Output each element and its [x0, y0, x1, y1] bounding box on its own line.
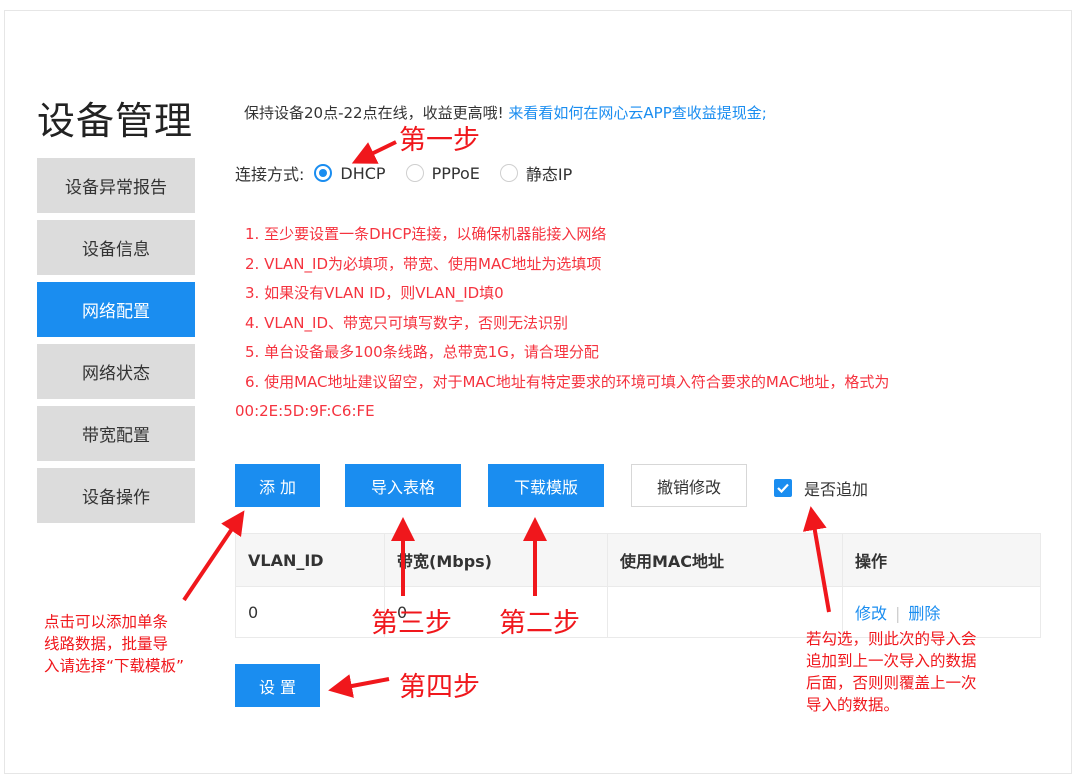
annotation-step3: 第三步 — [371, 608, 452, 639]
annotation-line: 若勾选，则此次的导入会 — [806, 630, 977, 648]
rule-item: 4. VLAN_ID、带宽只可填写数字，否则无法识别 — [245, 313, 568, 332]
vlan-table: VLAN_ID 带宽(Mbps) 使用MAC地址 操作 0 0 修改 | 删除 — [235, 533, 1041, 638]
sidebar-item-label: 网络状态 — [82, 364, 150, 384]
edit-link[interactable]: 修改 — [855, 604, 887, 623]
annotation-line: 追加到上一次导入的数据 — [806, 652, 977, 670]
rule-item: 6. 使用MAC地址建议留空，对于MAC地址有特定要求的环境可填入符合要求的MA… — [245, 372, 890, 391]
sidebar-item-label: 设备异常报告 — [65, 178, 167, 198]
radio-checked-icon — [314, 164, 333, 182]
annotation-step2: 第二步 — [499, 608, 580, 639]
radio-label: PPPoE — [431, 163, 480, 183]
cell-vlan-id: 0 — [235, 586, 385, 638]
rule-item: 3. 如果没有VLAN ID，则VLAN_ID填0 — [245, 284, 504, 302]
append-checkbox[interactable]: 是否追加 — [774, 476, 868, 500]
action-divider: | — [895, 604, 901, 623]
annotation-line: 点击可以添加单条 — [44, 613, 169, 631]
annotation-step4: 第四步 — [399, 672, 480, 703]
annotation-line: 后面，否则则覆盖上一次 — [806, 674, 977, 692]
import-table-button[interactable]: 导入表格 — [345, 464, 461, 507]
radio-label: DHCP — [340, 163, 386, 183]
annotation-line: 导入的数据。 — [806, 696, 900, 714]
annotation-line: 入请选择“下载模板” — [44, 657, 185, 675]
rule-item: 2. VLAN_ID为必填项，带宽、使用MAC地址为选填项 — [245, 254, 602, 273]
checkbox-checked-icon — [774, 479, 792, 497]
set-button[interactable]: 设 置 — [235, 664, 320, 707]
sidebar-item-label: 设备信息 — [82, 240, 150, 260]
col-bandwidth: 带宽(Mbps) — [384, 533, 608, 587]
sidebar-item-bandwidth-config[interactable]: 带宽配置 — [37, 406, 195, 461]
sidebar-item-label: 带宽配置 — [82, 426, 150, 446]
rule-item-continuation: 00:2E:5D:9F:C6:FE — [235, 402, 375, 420]
col-vlan-id: VLAN_ID — [235, 533, 385, 587]
append-checkbox-label: 是否追加 — [804, 480, 869, 499]
sidebar-item-network-config[interactable]: 网络配置 — [37, 282, 195, 337]
radio-unchecked-icon — [405, 164, 424, 182]
radio-dhcp[interactable]: DHCP — [314, 163, 386, 183]
annotation-append-note: 若勾选，则此次的导入会 追加到上一次导入的数据 后面，否则则覆盖上一次 导入的数… — [806, 628, 977, 716]
connection-type-row: 连接方式: DHCP PPPoE 静态IP — [235, 161, 592, 185]
notice-help-link[interactable]: 来看看如何在网心云APP查收益提现金; — [508, 104, 766, 122]
annotation-step1: 第一步 — [399, 125, 480, 156]
notice-banner: 保持设备20点-22点在线，收益更高哦! 来看看如何在网心云APP查收益提现金; — [244, 102, 767, 123]
radio-pppoe[interactable]: PPPoE — [405, 163, 480, 183]
col-actions: 操作 — [842, 533, 1041, 587]
radio-static-ip[interactable]: 静态IP — [499, 161, 573, 185]
annotation-add-note: 点击可以添加单条 线路数据，批量导 入请选择“下载模板” — [44, 611, 184, 677]
connection-type-label: 连接方式: — [235, 165, 305, 184]
rule-item: 5. 单台设备最多100条线路，总带宽1G，请合理分配 — [245, 343, 599, 361]
sidebar-item-network-status[interactable]: 网络状态 — [37, 344, 195, 399]
radio-label: 静态IP — [525, 165, 573, 184]
rules-list: 1. 至少要设置一条DHCP连接，以确保机器能接入网络 2. VLAN_ID为必… — [235, 220, 889, 427]
sidebar-item-device-operation[interactable]: 设备操作 — [37, 468, 195, 523]
annotation-line: 线路数据，批量导 — [44, 635, 169, 653]
sidebar-item-label: 网络配置 — [82, 302, 150, 322]
revert-changes-button[interactable]: 撤销修改 — [631, 464, 747, 507]
page-title: 设备管理 — [37, 99, 194, 143]
table-header-row: VLAN_ID 带宽(Mbps) 使用MAC地址 操作 — [235, 533, 1041, 587]
download-template-button[interactable]: 下载模版 — [488, 464, 604, 507]
sidebar-item-label: 设备操作 — [82, 488, 150, 508]
radio-unchecked-icon — [499, 164, 518, 182]
delete-link[interactable]: 删除 — [908, 604, 940, 623]
rule-item: 1. 至少要设置一条DHCP连接，以确保机器能接入网络 — [245, 225, 607, 243]
add-button[interactable]: 添 加 — [235, 464, 320, 507]
sidebar-item-device-error-report[interactable]: 设备异常报告 — [37, 158, 195, 213]
col-mac: 使用MAC地址 — [607, 533, 843, 587]
sidebar-item-device-info[interactable]: 设备信息 — [37, 220, 195, 275]
